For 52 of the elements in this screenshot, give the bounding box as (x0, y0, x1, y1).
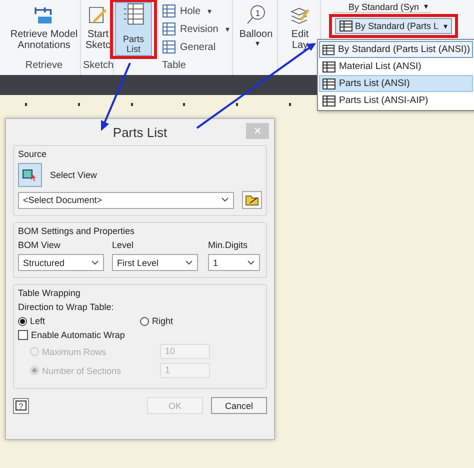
group-label: Sketch (83, 60, 113, 73)
parts-list-button[interactable]: Parts List (115, 2, 152, 56)
table-style-icon (322, 78, 336, 90)
edit-layers-button[interactable]: Edit Lay (280, 0, 320, 58)
dialog-button[interactable]: Cancel (211, 397, 267, 414)
style-combo[interactable]: By Standard (Syn ▾ (333, 1, 431, 13)
dialog-title: Parts List (112, 124, 168, 140)
grid-icon (162, 22, 176, 36)
group-label: Table (161, 60, 187, 73)
table-style-icon (339, 20, 353, 32)
retrieve-annotations-button[interactable]: Retrieve Model Annotations (8, 0, 80, 58)
table-style-icon (322, 44, 336, 56)
start-sketch-button[interactable]: Start Sketc (83, 0, 113, 58)
table-icon (122, 3, 144, 25)
select-view-label: Select View (50, 170, 97, 180)
setting-dropdown[interactable]: First Level (112, 254, 198, 271)
group-legend: Source (18, 149, 262, 159)
setting-dropdown[interactable]: 1 (208, 254, 260, 271)
table-tool-button[interactable]: Hole ▾ (160, 3, 232, 19)
direction-radio[interactable]: Right (140, 316, 262, 326)
group-legend: Table Wrapping (18, 288, 262, 298)
chevron-icon (91, 260, 99, 266)
grid-icon (162, 40, 176, 54)
chevron-icon (185, 260, 193, 266)
chevron-icon (247, 260, 255, 266)
field-label: BOM View (18, 240, 62, 250)
group-legend: BOM Settings and Properties (18, 226, 262, 236)
table-tool-button[interactable]: Revision ▾ (160, 21, 232, 37)
select-view-button[interactable] (18, 163, 42, 187)
grid-icon (162, 4, 176, 18)
setting-dropdown[interactable]: Structured (18, 254, 104, 271)
browse-button[interactable] (242, 191, 262, 209)
group-label: Retrieve (24, 60, 64, 73)
style-option[interactable]: Material List (ANSI) (319, 58, 473, 75)
folder-icon (245, 194, 259, 206)
style-option[interactable]: Parts List (ANSI-AIP) (319, 92, 473, 109)
auto-wrap-checkbox[interactable]: Enable Automatic Wrap (18, 330, 262, 340)
field-label: Level (112, 240, 135, 250)
table-tool-button[interactable]: General (160, 39, 232, 55)
direction-radio[interactable]: Left (18, 316, 140, 326)
balloon-button[interactable]: 1 Balloon ▾ (235, 0, 277, 58)
style-option[interactable]: By Standard (Parts List (ANSI)) (319, 41, 473, 58)
chevron-icon (221, 197, 229, 203)
style-option[interactable]: Parts List (ANSI) (319, 75, 473, 92)
document-dropdown[interactable]: <Select Document> (18, 192, 234, 208)
style-combo[interactable]: By Standard (Parts L ▾ (335, 18, 452, 34)
field-label: Min.Digits (208, 240, 249, 250)
view-cursor-icon (22, 167, 38, 183)
direction-label: Direction to Wrap Table: (18, 302, 115, 312)
table-style-icon (322, 60, 336, 72)
table-style-icon (322, 94, 336, 106)
sketch-pencil-icon (87, 4, 109, 26)
